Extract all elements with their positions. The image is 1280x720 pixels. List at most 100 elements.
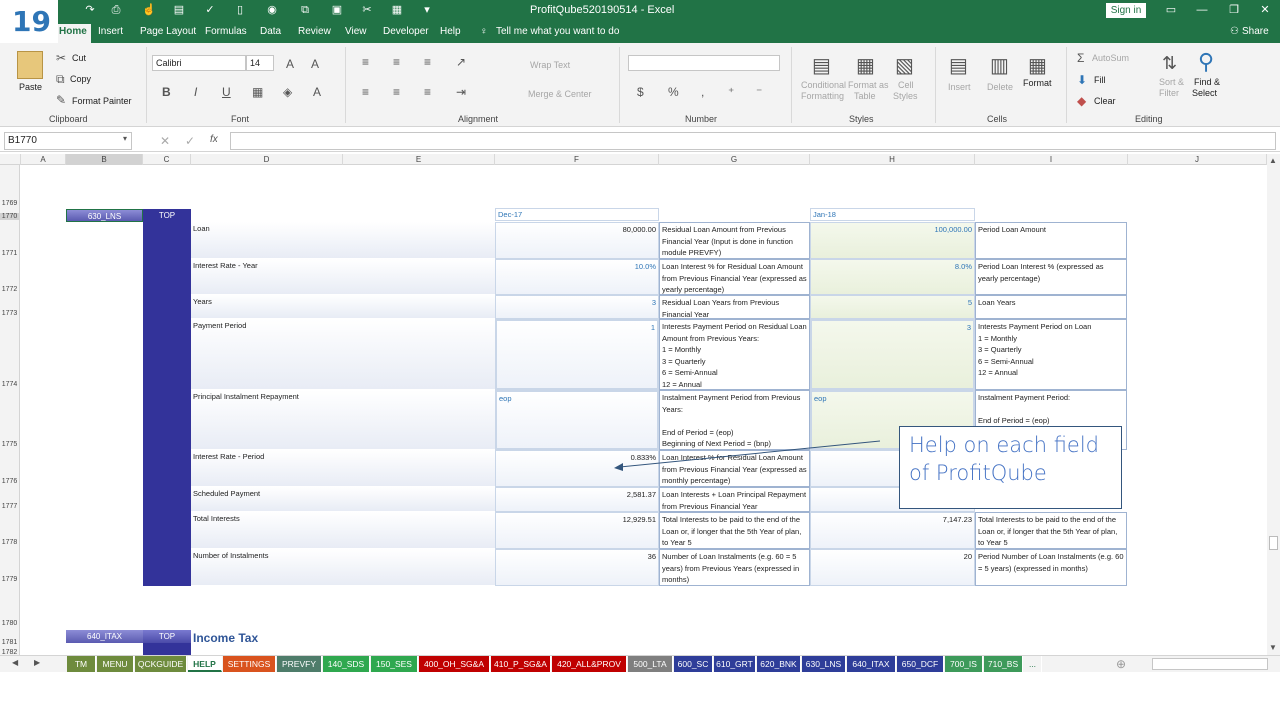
find-select-icon[interactable]: ⚲ bbox=[1198, 49, 1214, 75]
input-cell[interactable]: 8.0% bbox=[810, 259, 975, 295]
value-cell[interactable]: 36 bbox=[495, 549, 659, 586]
row-header[interactable]: 1777 bbox=[0, 503, 19, 510]
paste-icon[interactable] bbox=[17, 51, 43, 79]
sheet-tab[interactable]: 620_BNK bbox=[757, 656, 801, 672]
row-header[interactable]: 1781 bbox=[0, 639, 19, 646]
sheet-tab[interactable]: 710_BS bbox=[984, 656, 1023, 672]
horizontal-scrollbar[interactable] bbox=[1152, 658, 1268, 670]
column-header[interactable]: F bbox=[495, 154, 659, 165]
vertical-scrollbar[interactable]: ▲ ▼ bbox=[1267, 154, 1280, 655]
row-header[interactable]: 1769 bbox=[0, 200, 19, 207]
increase-font-icon[interactable]: A bbox=[286, 57, 294, 71]
merge-center-button[interactable]: Merge & Center bbox=[528, 89, 592, 99]
fill-color-icon[interactable]: ◈ bbox=[283, 85, 292, 99]
column-header[interactable]: G bbox=[659, 154, 810, 165]
conditional-formatting-icon[interactable]: ▤ bbox=[812, 53, 831, 78]
orientation-icon[interactable]: ↗ bbox=[456, 55, 466, 69]
tab-view[interactable]: View bbox=[345, 26, 367, 37]
sheet-tab[interactable]: 420_ALL&PROV bbox=[552, 656, 627, 672]
delete-cells-icon[interactable]: ▥ bbox=[990, 53, 1009, 78]
share-button[interactable]: Share bbox=[1242, 26, 1269, 37]
italic-icon[interactable]: I bbox=[194, 85, 197, 99]
clear-icon[interactable]: ◆ bbox=[1077, 94, 1086, 108]
percent-icon[interactable]: % bbox=[668, 85, 679, 99]
sheet-tab[interactable]: 650_DCF bbox=[897, 656, 944, 672]
value-cell[interactable]: 2,581.37 bbox=[495, 487, 659, 512]
row-header[interactable]: 1773 bbox=[0, 310, 19, 317]
restore-icon[interactable]: ❐ bbox=[1226, 3, 1242, 17]
sheet-tab[interactable]: 500_LTA bbox=[628, 656, 673, 672]
decrease-font-icon[interactable]: A bbox=[311, 57, 319, 71]
tab-page-layout[interactable]: Page Layout bbox=[140, 26, 196, 37]
cut-button[interactable]: Cut bbox=[72, 53, 86, 63]
sheet-tab[interactable]: 150_SES bbox=[371, 656, 418, 672]
form-icon[interactable]: ▤ bbox=[172, 3, 186, 17]
column-header[interactable]: E bbox=[343, 154, 495, 165]
sheet-tab[interactable]: 600_SC bbox=[674, 656, 713, 672]
name-box[interactable]: B1770 bbox=[4, 132, 132, 150]
comma-icon[interactable]: , bbox=[701, 85, 704, 99]
paste-special-icon[interactable]: ▦ bbox=[390, 3, 404, 17]
sheet-tab[interactable]: 640_ITAX bbox=[847, 656, 896, 672]
sheet-tab[interactable]: SETTINGS bbox=[223, 656, 276, 672]
scroll-up-icon[interactable]: ▲ bbox=[1269, 156, 1277, 165]
document-icon[interactable]: ▯ bbox=[233, 3, 247, 17]
sheet-tab[interactable]: 700_IS bbox=[945, 656, 983, 672]
sheet-tab[interactable]: ... bbox=[1024, 656, 1042, 672]
scroll-tabs-right-icon[interactable]: ▶ bbox=[34, 658, 40, 667]
conditional-formatting-button-line2[interactable]: Formatting bbox=[801, 91, 844, 101]
column-header[interactable]: C bbox=[143, 154, 191, 165]
tab-home[interactable]: Home bbox=[55, 24, 91, 43]
value-cell[interactable]: 1 bbox=[495, 319, 659, 390]
row-header[interactable]: 1774 bbox=[0, 381, 19, 388]
minimize-icon[interactable]: — bbox=[1194, 3, 1210, 17]
copy-icon[interactable]: ⧉ bbox=[298, 3, 312, 17]
font-color-icon[interactable]: A bbox=[313, 85, 321, 99]
clear-button[interactable]: Clear bbox=[1094, 96, 1116, 106]
column-header[interactable]: I bbox=[975, 154, 1128, 165]
sheet-tab[interactable]: 140_SDS bbox=[323, 656, 370, 672]
format-as-table-button[interactable]: Format as bbox=[848, 80, 889, 90]
tab-data[interactable]: Data bbox=[260, 26, 281, 37]
cut-icon[interactable]: ✂ bbox=[360, 3, 374, 17]
input-cell[interactable]: 5 bbox=[810, 295, 975, 319]
center-icon[interactable]: ≡ bbox=[393, 85, 400, 99]
value-cell[interactable]: 10.0% bbox=[495, 259, 659, 295]
top-nav-button[interactable]: TOP bbox=[143, 630, 191, 643]
print-preview-icon[interactable]: ⎙ bbox=[109, 3, 123, 17]
formula-input[interactable] bbox=[230, 132, 1276, 150]
worksheet-grid[interactable]: 630_LNS TOP Dec-17 Jan-18 Loan 80,000.00… bbox=[21, 165, 1267, 655]
row-header[interactable]: 1778 bbox=[0, 539, 19, 546]
sort-filter-icon[interactable]: ⇅ bbox=[1162, 53, 1177, 74]
decrease-decimal-icon[interactable]: ⁻ bbox=[756, 85, 762, 99]
sign-in-button[interactable]: Sign in bbox=[1106, 3, 1146, 18]
redo-icon[interactable]: ↷ bbox=[83, 3, 97, 17]
value-cell[interactable]: 3 bbox=[495, 295, 659, 319]
number-format-select[interactable] bbox=[628, 55, 780, 71]
align-right-icon[interactable]: ≡ bbox=[424, 85, 431, 99]
sheet-tab[interactable]: 410_P_SG&A bbox=[491, 656, 551, 672]
value-cell[interactable]: eop bbox=[495, 390, 659, 450]
cut-icon[interactable]: ✂ bbox=[56, 51, 66, 65]
font-name-select[interactable]: Calibri bbox=[152, 55, 246, 71]
row-header[interactable]: 1779 bbox=[0, 576, 19, 583]
row-header[interactable]: 1780 bbox=[0, 620, 19, 627]
conditional-formatting-button[interactable]: Conditional bbox=[801, 80, 846, 90]
middle-align-icon[interactable]: ≡ bbox=[393, 55, 400, 69]
column-header[interactable]: B bbox=[66, 154, 143, 165]
insert-function-icon[interactable]: fx bbox=[210, 134, 218, 145]
sheet-tab[interactable]: MENU bbox=[97, 656, 134, 672]
input-cell[interactable]: 100,000.00 bbox=[810, 222, 975, 259]
value-cell[interactable]: 20 bbox=[810, 549, 975, 586]
top-nav-button[interactable]: TOP bbox=[143, 209, 191, 222]
copy-icon[interactable]: ⧉ bbox=[56, 72, 65, 87]
find-select-button[interactable]: Find & bbox=[1194, 77, 1220, 87]
row-header[interactable]: 1772 bbox=[0, 286, 19, 293]
currency-icon[interactable]: $ bbox=[637, 85, 644, 99]
sheet-tab[interactable]: 610_GRT bbox=[714, 656, 756, 672]
underline-icon[interactable]: U bbox=[222, 85, 231, 99]
bottom-align-icon[interactable]: ≡ bbox=[424, 55, 431, 69]
paste-button[interactable]: Paste bbox=[19, 82, 42, 92]
value-cell[interactable]: 0.833% bbox=[495, 450, 659, 487]
input-cell[interactable]: 3 bbox=[810, 319, 975, 390]
